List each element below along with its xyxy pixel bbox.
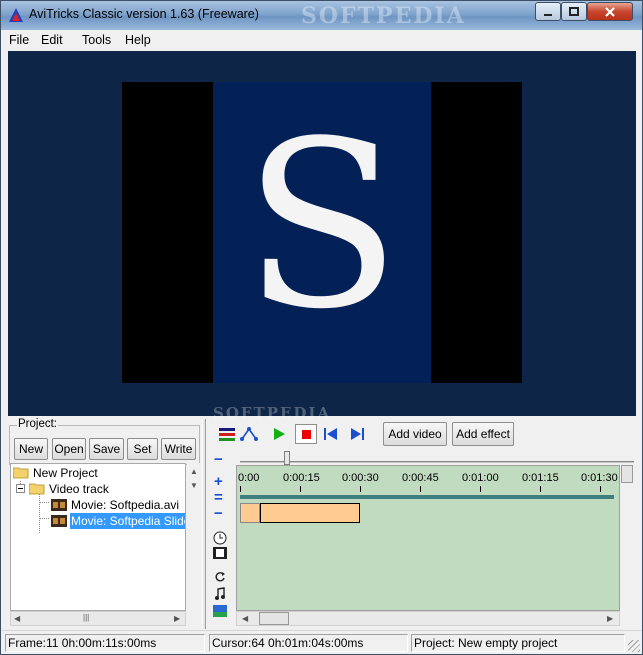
tree-line [39, 518, 49, 519]
menu-bar: File Edit Tools Help [1, 30, 642, 51]
effect-nodes-icon[interactable] [240, 426, 258, 442]
tree-expander[interactable] [16, 484, 25, 493]
status-frame: Frame:11 0h:00m:11s:00ms [5, 634, 205, 652]
timeline-toolbar: Add video Add effect [208, 419, 636, 449]
ruler-label: 0:01:30 [581, 472, 618, 484]
save-button[interactable]: Save [89, 438, 124, 460]
menu-edit[interactable]: Edit [39, 33, 65, 47]
add-video-button[interactable]: Add video [383, 422, 447, 446]
project-tree[interactable]: New Project Video track Movie: Softpedia… [10, 463, 186, 611]
maximize-button[interactable] [561, 2, 587, 21]
ruler-label: 0:00:45 [402, 472, 439, 484]
ruler-tick [300, 486, 301, 492]
tracks-icon[interactable] [218, 426, 236, 442]
ruler-label: 0:00:30 [342, 472, 379, 484]
picture-icon[interactable] [213, 605, 227, 617]
tree-track-label: Video track [49, 482, 109, 496]
minimize-button[interactable] [535, 2, 561, 21]
skip-to-end-icon[interactable] [348, 426, 366, 442]
film-strip-icon [51, 499, 67, 511]
folder-open-icon [13, 467, 29, 479]
timeline-area[interactable]: 0:00 0:00:15 0:00:30 0:00:45 0:01:00 0:0… [236, 465, 620, 611]
ruler-tick [360, 486, 361, 492]
zoom-out-button[interactable]: − [214, 505, 223, 522]
tree-line [39, 494, 40, 533]
ruler-label: 0:00:15 [283, 472, 320, 484]
title-bar[interactable]: AviTricks Classic version 1.63 (Freeware… [1, 1, 642, 30]
ruler-tick [420, 486, 421, 492]
play-icon[interactable] [270, 426, 288, 442]
ruler-tick [540, 486, 541, 492]
maximize-icon [569, 7, 579, 16]
menu-tools[interactable]: Tools [80, 33, 113, 47]
timeline-hscroll[interactable]: ◀ ▶ [236, 611, 620, 626]
add-effect-button[interactable]: Add effect [452, 422, 514, 446]
timeline-ruler-bar [240, 495, 614, 499]
film-strip-icon [51, 515, 67, 527]
tree-movie-2-label: Movie: Softpedia Slides [70, 513, 185, 529]
video-preview: S SOFTPEDIA [8, 51, 636, 422]
project-group: Project: New Open Save Set Write [9, 418, 200, 465]
folder-open-icon [29, 483, 45, 495]
app-window: AviTricks Classic version 1.63 (Freeware… [0, 0, 643, 655]
resize-grip[interactable] [628, 640, 640, 652]
ruler-label: 0:01:00 [462, 472, 499, 484]
timeline-clip-2[interactable] [260, 503, 360, 523]
open-button[interactable]: Open [52, 438, 86, 460]
zoom-reset-button[interactable]: − [214, 451, 223, 468]
minimize-icon [544, 14, 552, 16]
set-button[interactable]: Set [127, 438, 158, 460]
scroll-up-icon[interactable]: ▲ [190, 467, 198, 476]
preview-letter: S [243, 93, 401, 360]
timeline-clip-1[interactable] [240, 503, 260, 523]
scroll-left-icon[interactable]: ◀ [242, 614, 248, 623]
lower-panel: Project: New Open Save Set Write New Pro… [8, 418, 636, 629]
scroll-down-icon[interactable]: ▼ [190, 481, 198, 490]
write-button[interactable]: Write [161, 438, 196, 460]
close-icon [605, 7, 615, 17]
status-cursor: Cursor:64 0h:01m:04s:00ms [209, 634, 408, 652]
status-bar: Frame:11 0h:00m:11s:00ms Cursor:64 0h:01… [1, 630, 642, 654]
music-note-icon[interactable] [214, 587, 226, 601]
scroll-left-icon[interactable]: ◀ [14, 614, 20, 623]
project-tree-hscroll[interactable]: ◀ ||| ▶ [10, 611, 186, 626]
ruler-label: 0:01:15 [522, 472, 559, 484]
skip-to-start-icon[interactable] [322, 426, 340, 442]
project-tree-vscroll[interactable]: ▲ ▼ [187, 463, 200, 611]
tree-movie-1-label: Movie: Softpedia.avi [71, 498, 180, 512]
new-button[interactable]: New [14, 438, 48, 460]
zoom-in-button[interactable]: + [214, 473, 223, 490]
close-button[interactable] [587, 2, 633, 21]
timeline-slider-thumb[interactable] [284, 451, 290, 465]
timeline-vscroll[interactable] [620, 465, 634, 611]
film-frame-icon[interactable] [213, 547, 227, 559]
refresh-icon[interactable] [214, 571, 226, 583]
ruler-tick [240, 486, 241, 492]
window-title: AviTricks Classic version 1.63 (Freeware… [29, 7, 259, 21]
stop-button[interactable] [295, 424, 317, 444]
status-project: Project: New empty project [411, 634, 625, 652]
menu-file[interactable]: File [7, 33, 31, 47]
app-logo-icon [9, 8, 23, 22]
project-group-label: Project: [17, 418, 58, 430]
preview-frame: S [122, 82, 522, 383]
zoom-fit-button[interactable]: = [214, 489, 223, 506]
preview-frame-content: S [213, 82, 431, 383]
menu-help[interactable]: Help [123, 33, 153, 47]
scroll-grip-icon: ||| [83, 613, 90, 622]
scroll-right-icon[interactable]: ▶ [174, 614, 180, 623]
timeline-hscroll-thumb[interactable] [259, 612, 289, 625]
panel-splitter[interactable] [202, 419, 206, 629]
scroll-right-icon[interactable]: ▶ [607, 614, 613, 623]
tree-line [39, 502, 49, 503]
tree-root-label: New Project [33, 466, 98, 480]
ruler-tick [480, 486, 481, 492]
timeline-side-tools: − + = − [208, 451, 234, 621]
title-watermark: SOFTPEDIA [301, 3, 466, 29]
timeline-slider-track[interactable] [240, 461, 634, 463]
timeline-vscroll-thumb[interactable] [621, 465, 633, 483]
clock-icon[interactable] [213, 531, 227, 545]
ruler-label: 0:00 [238, 472, 260, 484]
ruler-tick [600, 486, 601, 492]
